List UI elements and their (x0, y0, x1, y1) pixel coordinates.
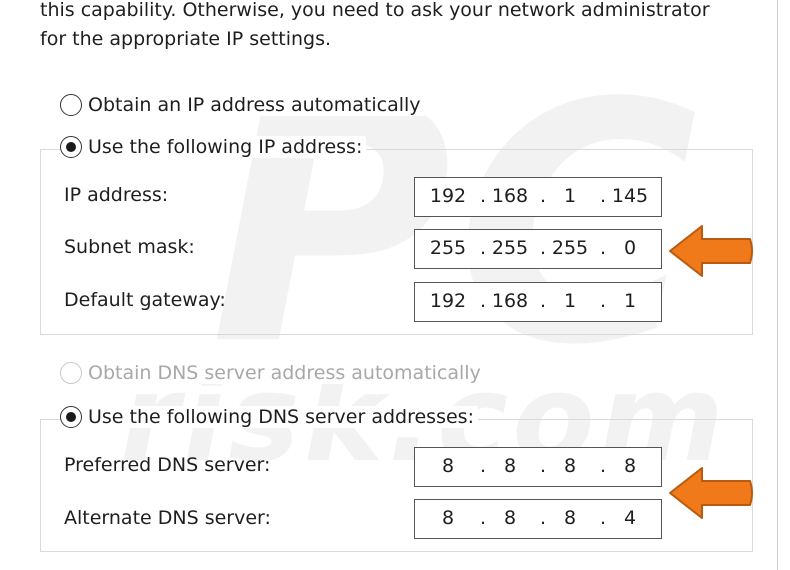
alternate-dns-field[interactable]: 8 . 8 . 8 . 4 (414, 499, 662, 539)
octet-separator: . (599, 185, 607, 207)
gateway-octet-1: 192 (429, 290, 467, 312)
use-following-dns-label: Use the following DNS server addresses: (88, 406, 474, 428)
preferred-dns-octet-4: 8 (623, 455, 637, 477)
preferred-dns-octet-3: 8 (563, 455, 577, 477)
ip-octet-1: 192 (429, 185, 467, 207)
orange-arrow-left-icon (669, 467, 753, 519)
octet-separator: . (539, 455, 547, 477)
subnet-mask-field[interactable]: 255 . 255 . 255 . 0 (414, 229, 662, 269)
octet-separator: . (479, 185, 487, 207)
default-gateway-label: Default gateway: (64, 289, 226, 311)
preferred-dns-octet-1: 8 (441, 455, 455, 477)
octet-separator: . (479, 507, 487, 529)
ip-address-label: IP address: (64, 184, 169, 206)
obtain-ip-auto-radio[interactable]: Obtain an IP address automatically (60, 94, 425, 116)
ip-octet-2: 168 (491, 185, 529, 207)
obtain-ip-auto-label: Obtain an IP address automatically (88, 94, 421, 116)
preferred-dns-field[interactable]: 8 . 8 . 8 . 8 (414, 447, 662, 487)
octet-separator: . (539, 507, 547, 529)
subnet-octet-4: 0 (623, 237, 637, 259)
radio-disabled-icon (60, 362, 82, 384)
intro-text-line-1: this capability. Otherwise, you need to … (40, 0, 710, 21)
octet-separator: . (539, 237, 547, 259)
octet-separator: . (479, 290, 487, 312)
default-gateway-field[interactable]: 192 . 168 . 1 . 1 (414, 282, 662, 322)
alternate-dns-octet-1: 8 (441, 507, 455, 529)
obtain-dns-auto-radio[interactable]: Obtain DNS server address automatically (60, 362, 485, 384)
use-following-ip-radio[interactable]: Use the following IP address: (60, 136, 367, 158)
ip-octet-4: 145 (611, 185, 649, 207)
radio-checked-icon (60, 136, 82, 158)
alternate-dns-octet-2: 8 (503, 507, 517, 529)
subnet-mask-label: Subnet mask: (64, 236, 195, 258)
octet-separator: . (479, 237, 487, 259)
ip-octet-3: 1 (563, 185, 577, 207)
gateway-octet-3: 1 (563, 290, 577, 312)
octet-separator: . (599, 237, 607, 259)
alternate-dns-octet-4: 4 (623, 507, 637, 529)
octet-separator: . (539, 185, 547, 207)
octet-separator: . (599, 507, 607, 529)
intro-text-line-2: for the appropriate IP settings. (40, 28, 332, 50)
radio-circle-icon (60, 94, 82, 116)
ip-address-field[interactable]: 192 . 168 . 1 . 145 (414, 177, 662, 217)
subnet-octet-1: 255 (429, 237, 467, 259)
subnet-octet-2: 255 (491, 237, 529, 259)
gateway-octet-4: 1 (623, 290, 637, 312)
octet-separator: . (479, 455, 487, 477)
use-following-ip-label: Use the following IP address: (88, 136, 363, 158)
radio-checked-icon (60, 406, 82, 428)
alternate-dns-label: Alternate DNS server: (64, 507, 271, 529)
preferred-dns-octet-2: 8 (503, 455, 517, 477)
octet-separator: . (599, 455, 607, 477)
preferred-dns-label: Preferred DNS server: (64, 454, 271, 476)
orange-arrow-left-icon (669, 225, 753, 277)
subnet-octet-3: 255 (551, 237, 589, 259)
octet-separator: . (539, 290, 547, 312)
use-following-dns-radio[interactable]: Use the following DNS server addresses: (60, 406, 478, 428)
obtain-dns-auto-label: Obtain DNS server address automatically (88, 362, 481, 384)
alternate-dns-octet-3: 8 (563, 507, 577, 529)
octet-separator: . (599, 290, 607, 312)
gateway-octet-2: 168 (491, 290, 529, 312)
